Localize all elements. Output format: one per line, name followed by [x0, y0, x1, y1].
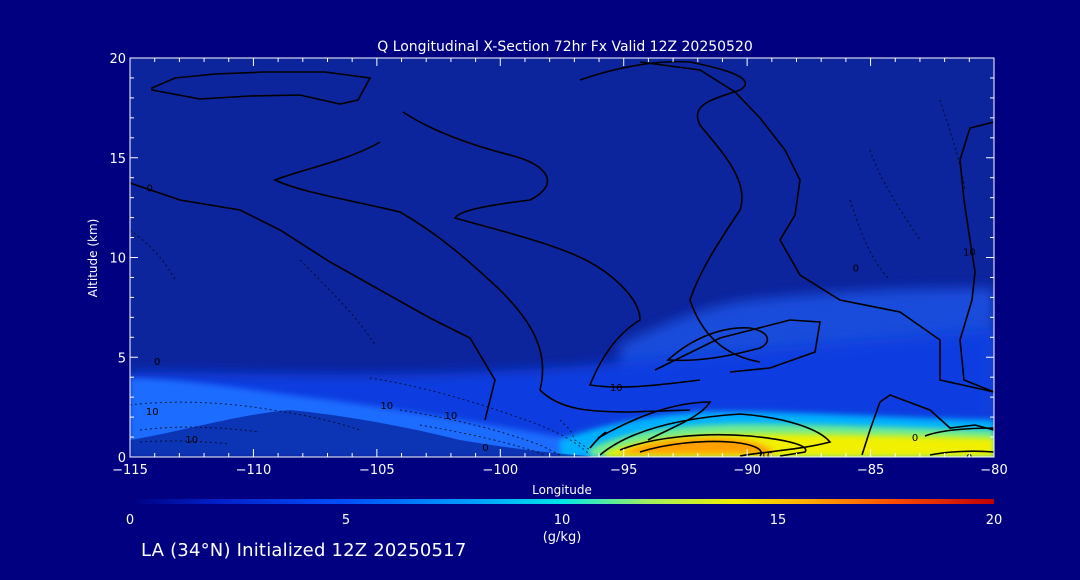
contour-label: 10 [445, 411, 458, 422]
plot-area: 00101010100101000010 [130, 58, 994, 457]
contour-label: 0 [853, 263, 859, 274]
colorbar-tick-label: 10 [554, 513, 571, 528]
x-tick-label: −105 [359, 463, 395, 478]
x-tick-label: −85 [857, 463, 884, 478]
contour-label: 10 [146, 407, 159, 418]
y-tick-label: 20 [109, 52, 126, 67]
x-tick-label: −90 [733, 463, 760, 478]
contour-label: 0 [482, 443, 488, 454]
y-tick-label: 10 [109, 252, 126, 267]
chart-title: Q Longitudinal X-Section 72hr Fx Valid 1… [377, 39, 753, 55]
x-tick-label: −110 [236, 463, 272, 478]
initialization-caption: LA (34°N) Initialized 12Z 20250517 [141, 540, 467, 561]
colorbar-tick-label: 0 [126, 513, 134, 528]
cross-section-chart: Q Longitudinal X-Section 72hr Fx Valid 1… [86, 39, 1008, 545]
x-tick-label: −80 [980, 463, 1007, 478]
chart-window: Q Longitudinal X-Section 72hr Fx Valid 1… [0, 0, 1080, 576]
colorbar-label: (g/kg) [543, 530, 582, 545]
contour-label: 0 [912, 433, 918, 444]
x-axis-label: Longitude [532, 483, 592, 497]
contour-label: 10 [963, 248, 976, 259]
contour-label: 10 [610, 383, 623, 394]
colorbar [130, 499, 994, 504]
colorbar-tick-label: 15 [770, 513, 787, 528]
contour-label: 0 [154, 357, 160, 368]
y-tick-label: 5 [118, 351, 126, 366]
y-tick-label: 0 [118, 451, 126, 466]
x-tick-label: −100 [482, 463, 518, 478]
contour-label: 10 [185, 435, 198, 446]
y-axis-label: Altitude (km) [86, 219, 100, 298]
y-tick-label: 15 [109, 152, 126, 167]
colorbar-ticks: 0 5 10 15 20 [126, 513, 1002, 528]
x-tick-label: −95 [610, 463, 637, 478]
colorbar-tick-label: 20 [986, 513, 1003, 528]
colorbar-tick-label: 5 [342, 513, 350, 528]
contour-label: 0 [147, 184, 153, 195]
contour-label: 10 [380, 401, 393, 412]
